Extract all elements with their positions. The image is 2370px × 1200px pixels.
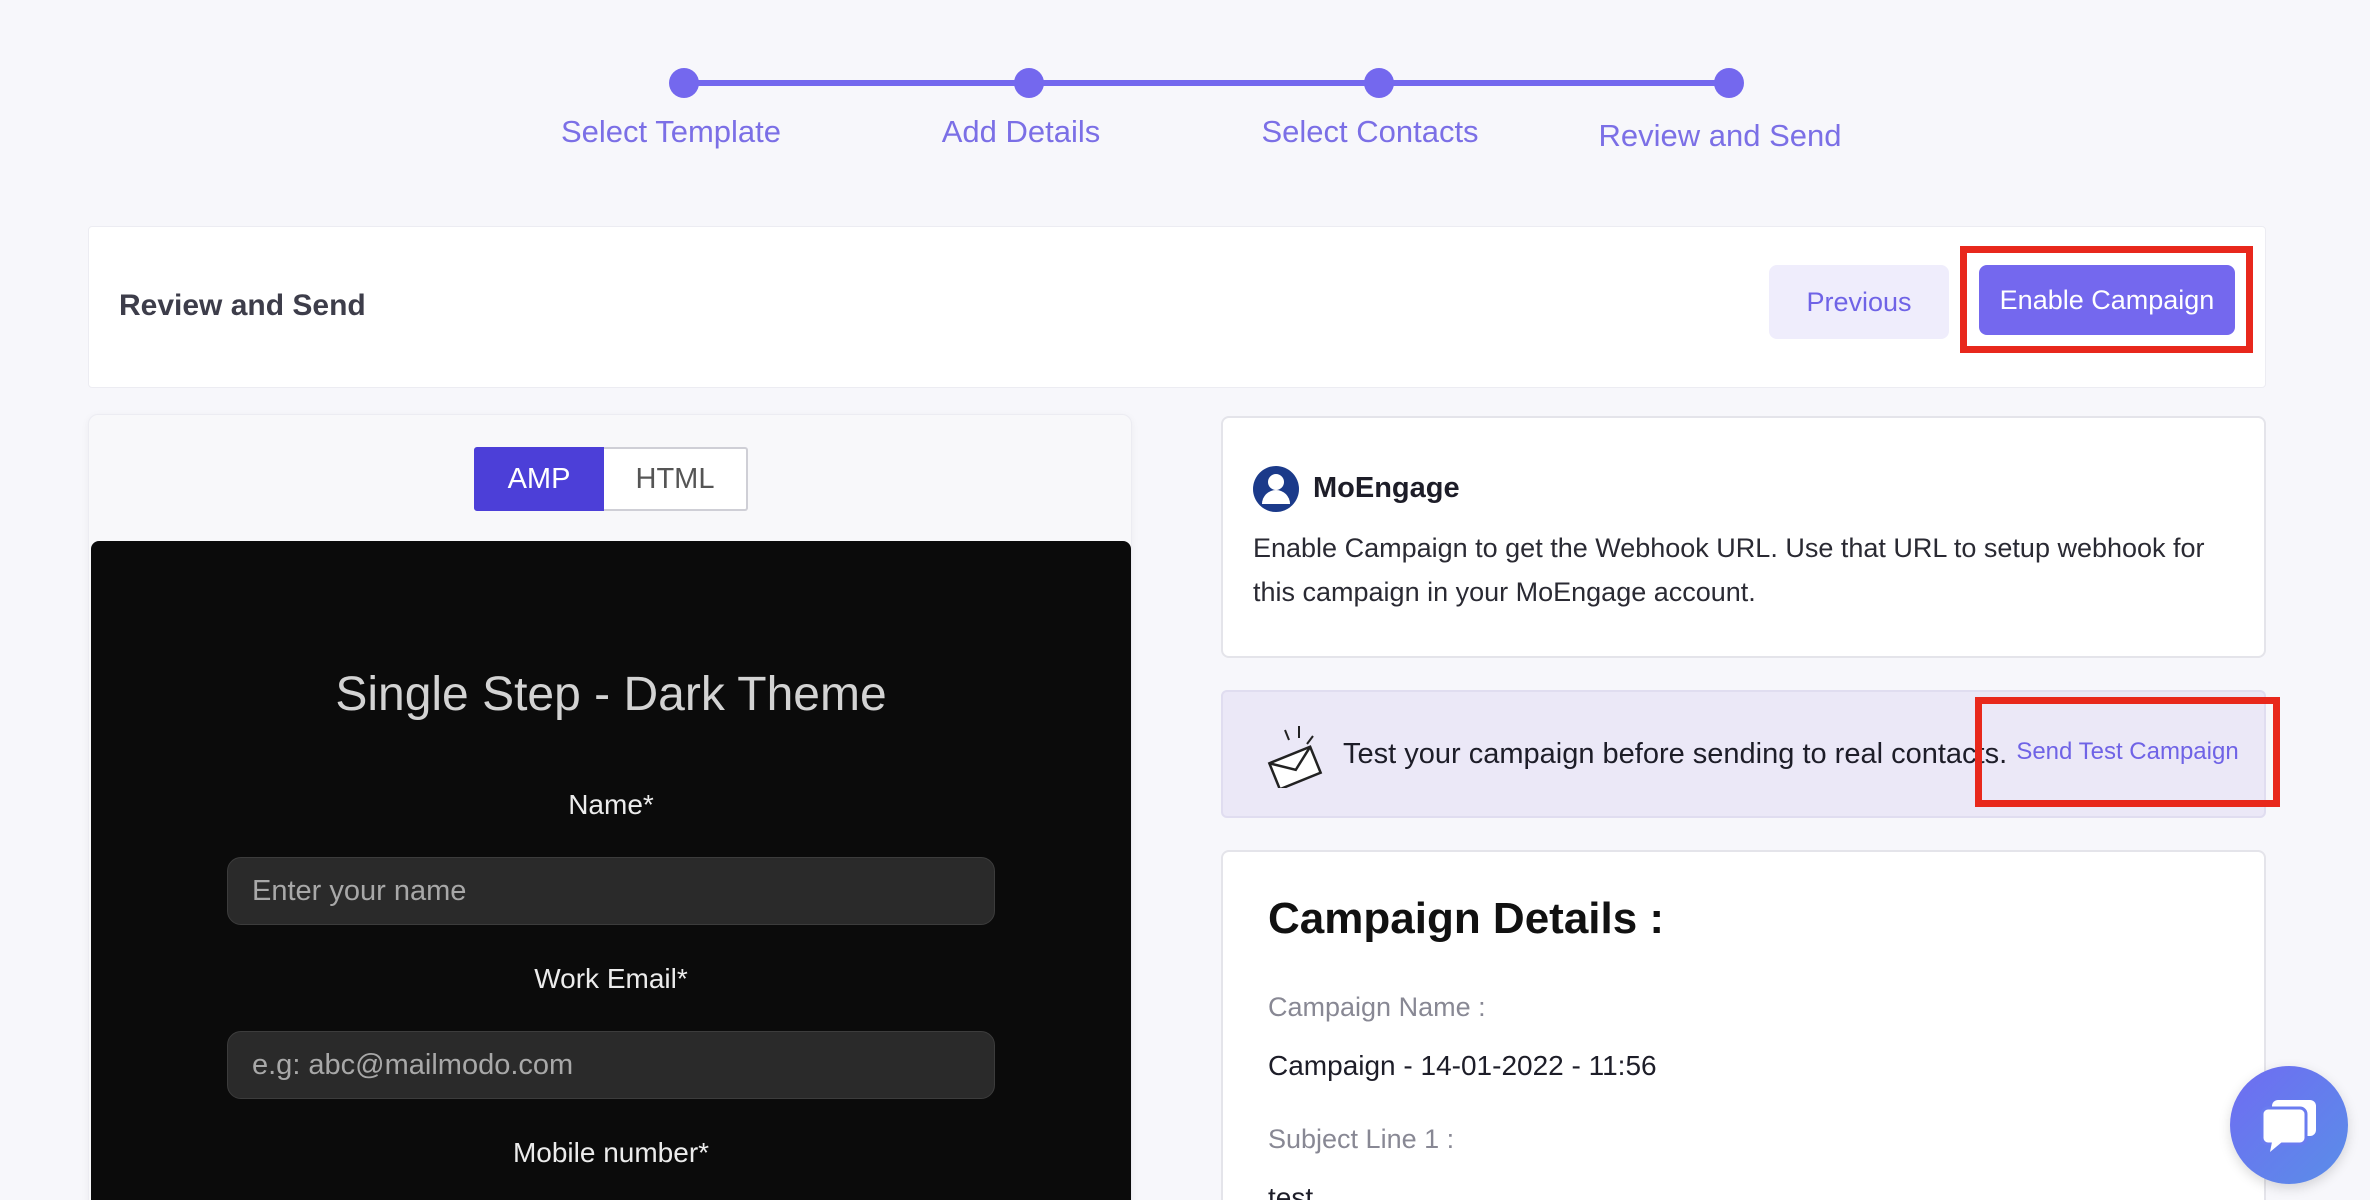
enable-campaign-highlight: Enable Campaign [1960,246,2253,353]
step-label-review-and-send[interactable]: Review and Send [1599,118,1842,154]
format-toggle: AMP HTML [474,447,748,511]
chat-icon [2260,1100,2316,1152]
campaign-details-title: Campaign Details : [1268,894,1665,943]
step-label-add-details[interactable]: Add Details [942,114,1101,150]
tab-html[interactable]: HTML [604,447,748,511]
email-preview-frame: Single Step - Dark Theme Name* Enter you… [91,541,1131,1200]
step-label-select-template[interactable]: Select Template [561,114,781,150]
previous-button[interactable]: Previous [1769,265,1949,339]
tab-amp[interactable]: AMP [474,447,604,511]
step-connector [1379,80,1729,86]
work-email-field-label: Work Email* [534,963,688,994]
email-preview-card: AMP HTML Single Step - Dark Theme Name* … [88,414,1132,1200]
step-label-select-contacts[interactable]: Select Contacts [1261,114,1478,150]
step-connector [1029,80,1379,86]
send-test-highlight: Send Test Campaign [1975,697,2280,807]
page-title: Review and Send [119,289,366,322]
campaign-name-label: Campaign Name : [1268,992,1486,1022]
chat-support-button[interactable] [2230,1066,2348,1184]
step-connector [684,80,1029,86]
review-and-send-page: Select Template Add Details Select Conta… [0,0,2370,1200]
integration-name: MoEngage [1313,472,1460,504]
email-title: Single Step - Dark Theme [335,668,887,721]
review-header-card: Review and Send Previous Enable Campaign [88,226,2266,388]
enable-campaign-button[interactable]: Enable Campaign [1979,265,2235,335]
subject-line-label: Subject Line 1 : [1268,1124,1455,1154]
integration-description: Enable Campaign to get the Webhook URL. … [1253,533,2205,607]
test-campaign-text: Test your campaign before sending to rea… [1343,738,2008,770]
send-test-campaign-button[interactable]: Send Test Campaign [1982,704,2273,800]
moengage-logo-icon [1253,466,1299,512]
progress-stepper: Select Template Add Details Select Conta… [0,0,2370,170]
envelope-icon [1267,726,1323,788]
name-input[interactable]: Enter your name [227,857,995,925]
step-dot-review-and-send[interactable] [1714,68,1744,98]
step-dot-select-contacts[interactable] [1364,68,1394,98]
name-field-label: Name* [568,789,654,820]
step-dot-select-template[interactable] [669,68,699,98]
campaign-details-card: Campaign Details : Campaign Name : Campa… [1221,850,2266,1200]
moengage-info-card: MoEngage Enable Campaign to get the Webh… [1221,416,2266,658]
work-email-input[interactable]: e.g: abc@mailmodo.com [227,1031,995,1099]
mobile-number-field-label: Mobile number* [512,1137,710,1168]
step-dot-add-details[interactable] [1014,68,1044,98]
campaign-name-value: Campaign - 14-01-2022 - 11:56 [1268,1050,1657,1081]
subject-line-value: test [1268,1182,1314,1200]
